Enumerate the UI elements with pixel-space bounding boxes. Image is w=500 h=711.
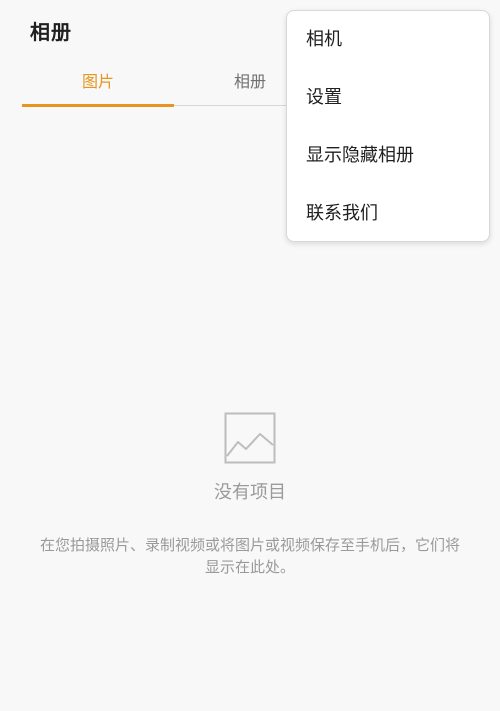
empty-description: 在您拍摄照片、录制视频或将图片或视频保存至手机后，它们将显示在此处。 — [39, 536, 460, 576]
app-title: 相册 — [30, 20, 72, 44]
menu-item-camera[interactable]: 相机 — [287, 11, 489, 69]
empty-state: 没有项目 — [0, 412, 500, 504]
image-icon — [224, 412, 276, 464]
menu-item-show-hidden-albums[interactable]: 显示隐藏相册 — [287, 127, 489, 185]
empty-title: 没有项目 — [214, 482, 286, 503]
tab-pictures[interactable]: 图片 — [22, 62, 174, 107]
menu-item-settings[interactable]: 设置 — [287, 69, 489, 127]
menu-item-contact-us[interactable]: 联系我们 — [287, 185, 489, 243]
overflow-menu: 相机 设置 显示隐藏相册 联系我们 — [286, 10, 490, 242]
